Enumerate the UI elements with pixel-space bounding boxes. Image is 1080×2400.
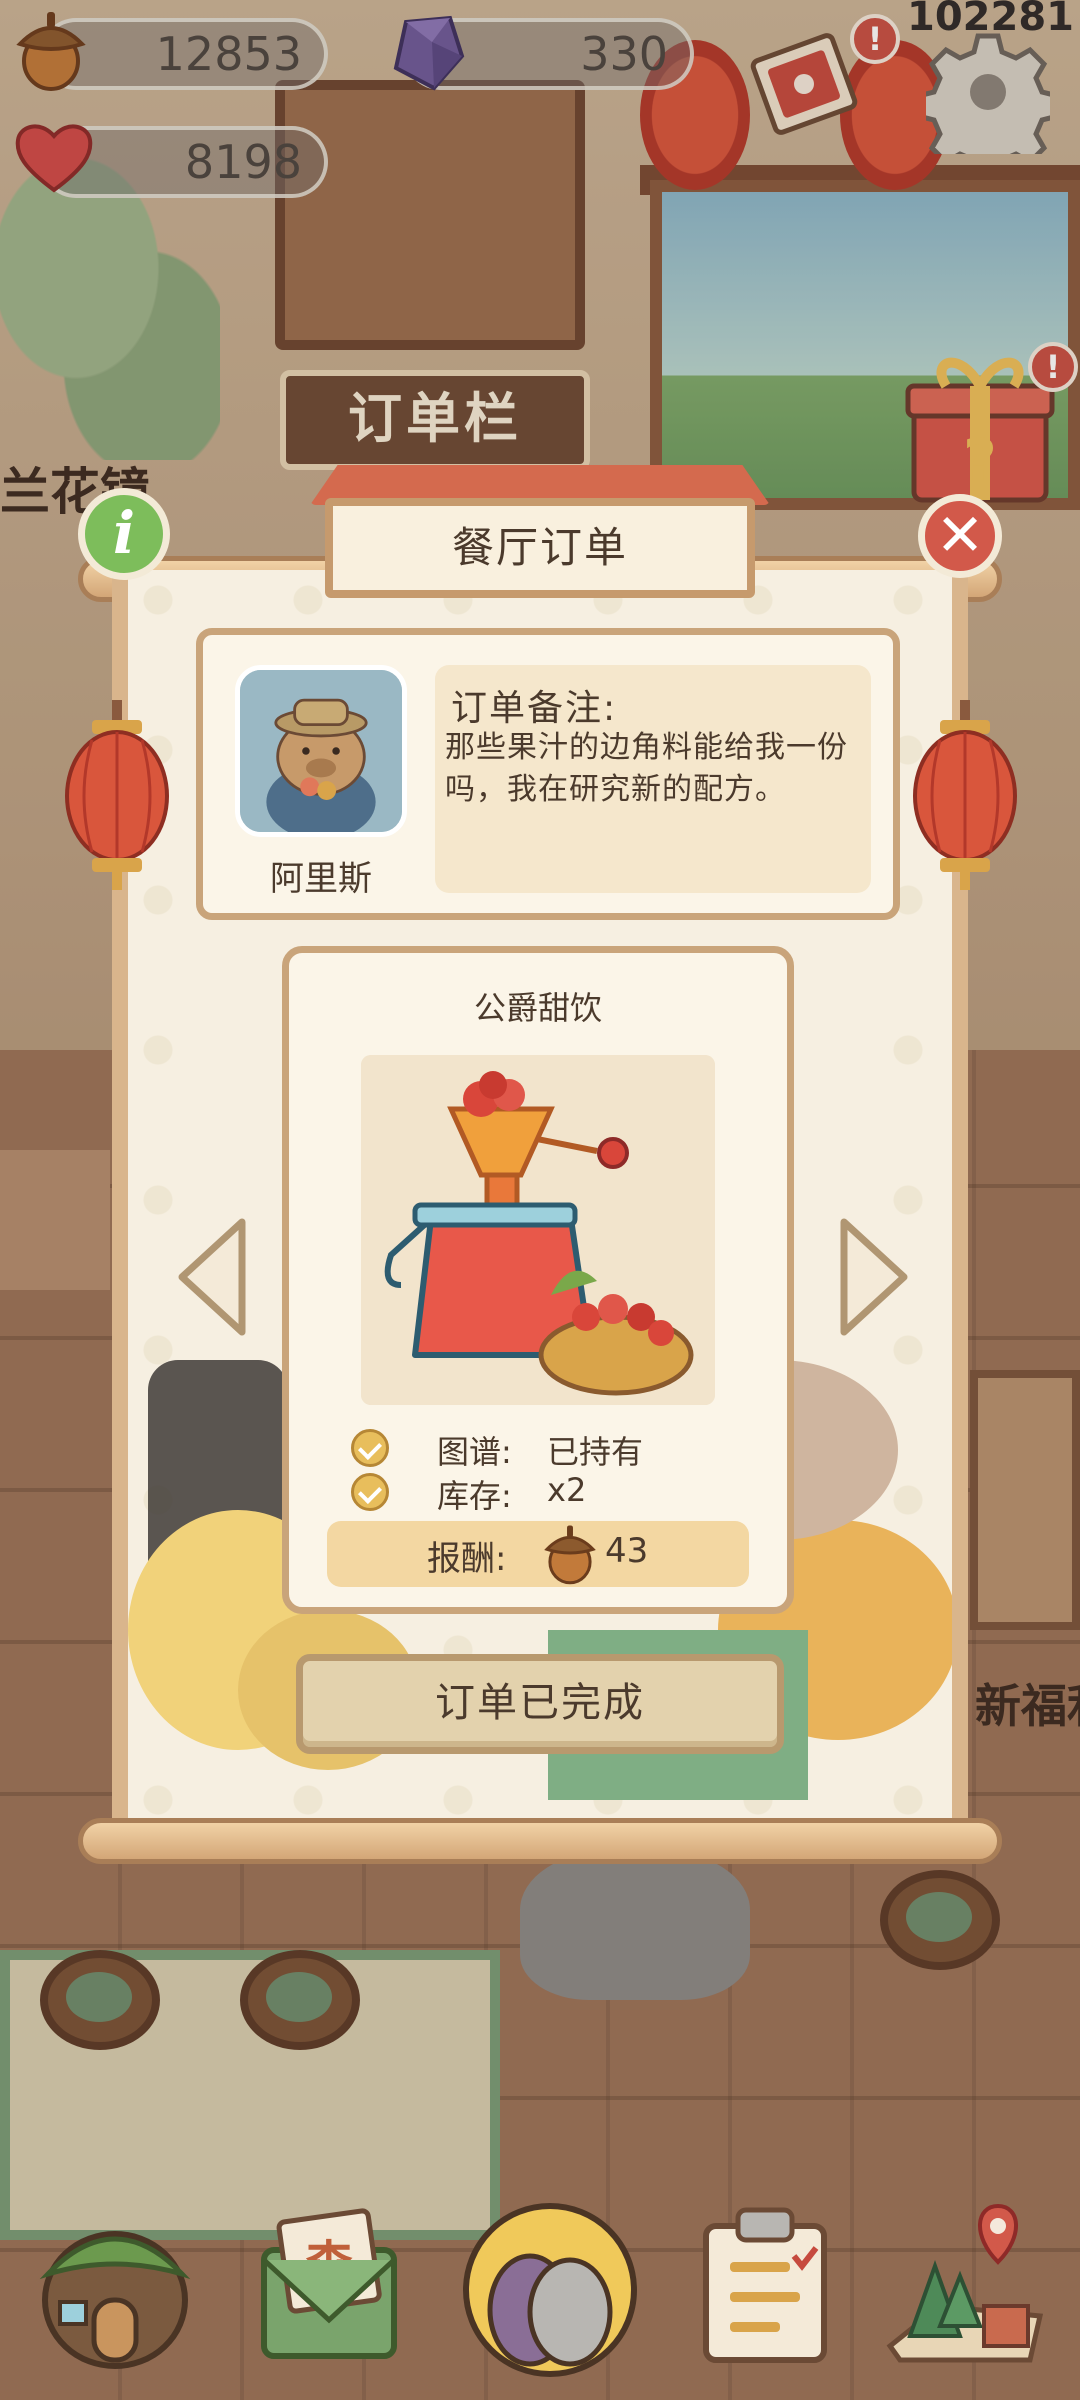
clipboard-icon[interactable]: [680, 2196, 850, 2366]
order-complete-button[interactable]: 订单已完成: [296, 1654, 784, 1754]
reward-value: 43: [605, 1531, 649, 1571]
recipe-value: 已持有: [547, 1433, 644, 1471]
character-icon[interactable]: [460, 2200, 640, 2380]
map-icon[interactable]: [880, 2196, 1050, 2366]
check-icon: [351, 1473, 389, 1511]
order-note: 订单备注: 那些果汁的边角料能给我一份吗，我在研究新的配方。: [435, 665, 871, 893]
check-icon: [351, 1429, 389, 1467]
customer-card: 阿里斯 订单备注: 那些果汁的边角料能给我一份吗，我在研究新的配方。: [196, 628, 900, 920]
dish-image: [361, 1055, 715, 1405]
reward-label: 报酬:: [427, 1539, 507, 1579]
mail-icon[interactable]: 森: [244, 2200, 414, 2370]
dish-card: 公爵甜饮 图谱: 已持有 库存: x2 报酬: 43: [282, 946, 794, 1614]
capybara-avatar-icon: [240, 670, 402, 832]
sweet-drink-teapot-icon: [361, 1055, 715, 1405]
note-text: 那些果汁的边角料能给我一份吗，我在研究新的配方。: [445, 730, 848, 807]
customer-name: 阿里斯: [270, 859, 372, 899]
house-icon[interactable]: [30, 2204, 200, 2374]
close-icon: ✕: [935, 501, 985, 569]
chevron-right-icon[interactable]: [834, 1214, 914, 1340]
chevron-left-icon[interactable]: [172, 1214, 252, 1340]
lantern-right-icon: [913, 700, 1017, 890]
lantern-left-icon: [65, 700, 169, 890]
stock-value: x2: [547, 1471, 587, 1509]
info-button[interactable]: i: [78, 488, 170, 580]
modal-title: 餐厅订单: [325, 498, 755, 598]
scroll-roller-bottom: [78, 1818, 1002, 1864]
reward-bar: 报酬: 43: [327, 1521, 749, 1587]
info-icon: i: [112, 499, 136, 567]
close-button[interactable]: ✕: [918, 494, 1002, 578]
recipe-label: 图谱:: [437, 1433, 512, 1471]
note-title: 订单备注:: [451, 688, 618, 729]
acorn-icon: [544, 1525, 596, 1585]
customer-avatar: [235, 665, 407, 837]
dish-name: 公爵甜饮: [473, 989, 602, 1027]
stock-label: 库存:: [437, 1477, 512, 1515]
